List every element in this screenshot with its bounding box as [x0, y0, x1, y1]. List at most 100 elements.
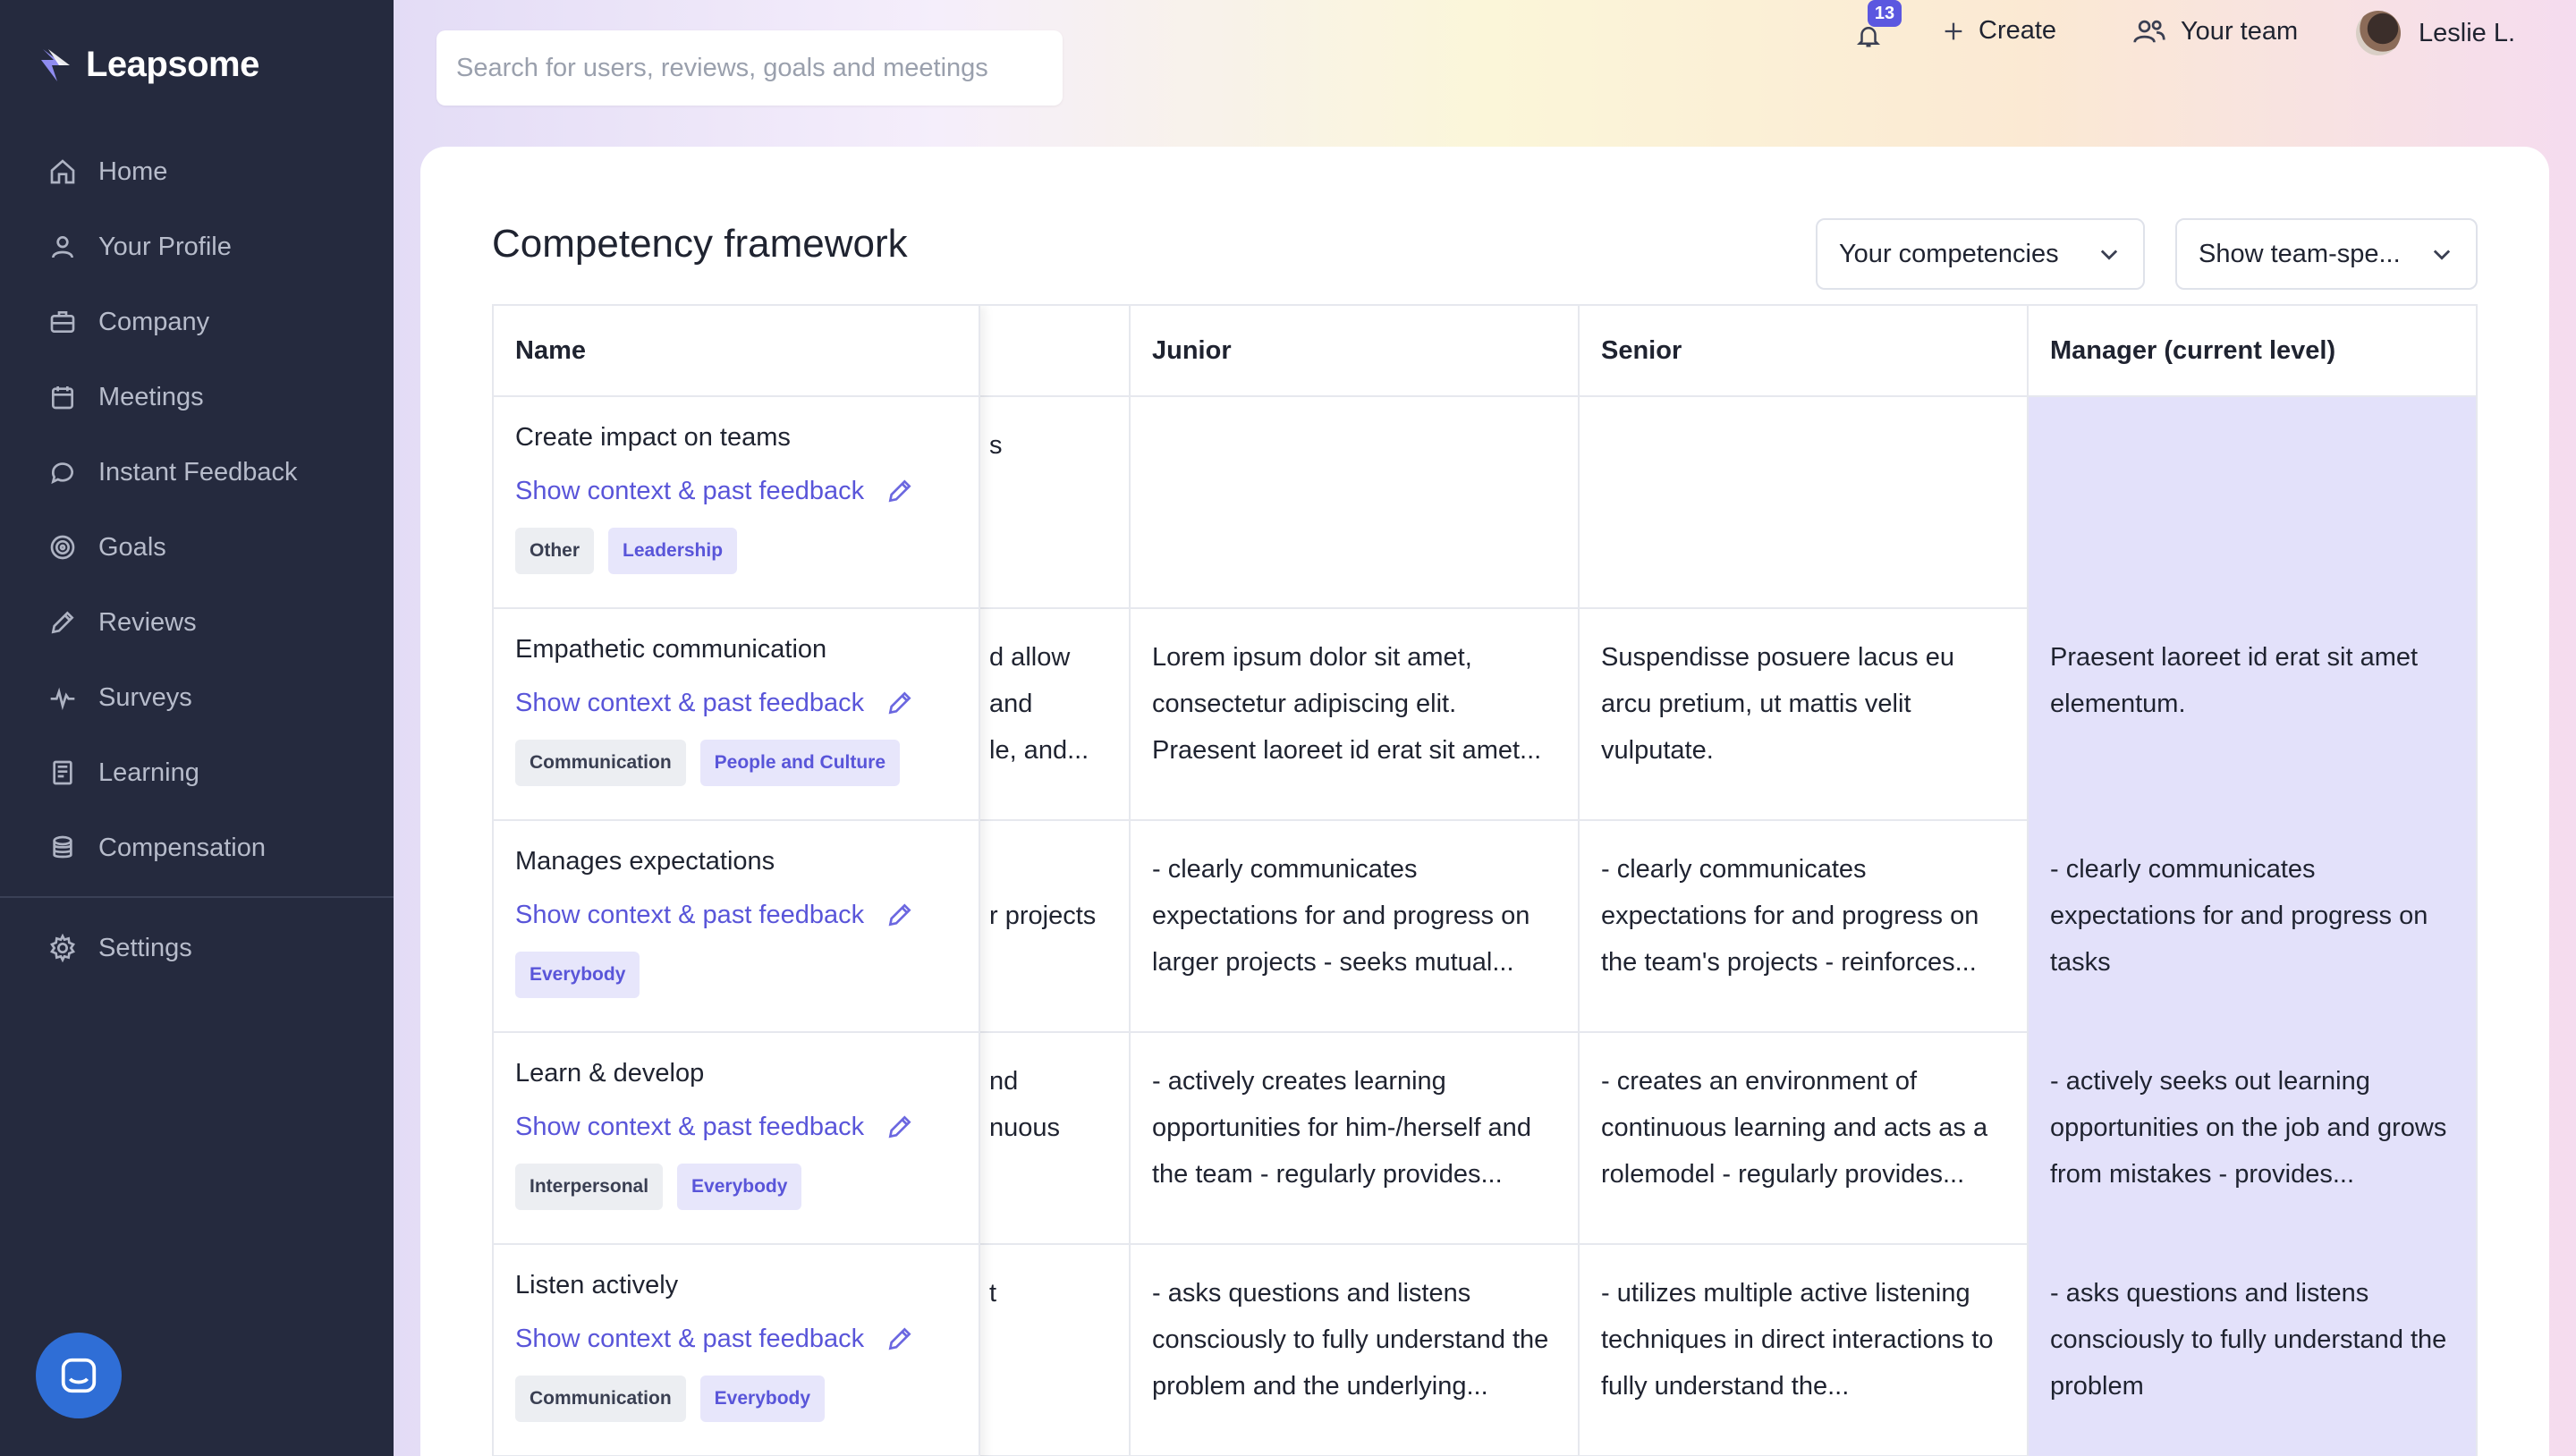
chevron-down-icon [2433, 250, 2451, 260]
show-context-link[interactable]: Show context & past feedback [515, 1110, 957, 1144]
table-cell: - creates an environment of continuous l… [1580, 1033, 2027, 1245]
sidebar-item-label: Home [98, 157, 168, 186]
search-input[interactable] [456, 53, 1063, 83]
calendar-icon [47, 381, 79, 413]
tag: Everybody [515, 952, 640, 998]
tag: People and Culture [699, 740, 901, 786]
table-cell: - clearly communicates expectations for … [2050, 855, 2428, 977]
sidebar-item-label: Company [98, 307, 210, 336]
edit-pencil-icon[interactable] [886, 901, 914, 929]
edit-pencil-icon[interactable] [886, 477, 914, 505]
competency-name: Empathetic communication [515, 635, 827, 664]
show-context-link[interactable]: Show context & past feedback [515, 686, 957, 720]
competency-name: Listen actively [515, 1271, 679, 1299]
table-cell: - clearly communicates expectations for … [1580, 821, 2027, 1033]
table-cell: Praesent laoreet id erat sit amet elemen… [2050, 643, 2419, 718]
show-context-link[interactable]: Show context & past feedback [515, 474, 957, 508]
tag-list: Other Leadership [515, 528, 957, 574]
sidebar-item-label: Goals [98, 532, 166, 562]
column-header-junior: Junior [1131, 306, 1578, 397]
team-specific-filter-select[interactable]: Show team-spe... [2175, 218, 2478, 290]
sidebar-item-label: Settings [98, 933, 192, 962]
sidebar-item-home[interactable]: Home [0, 134, 394, 209]
cell-text: nd nuous [989, 1067, 1061, 1142]
sidebar-item-label: Reviews [98, 607, 197, 637]
sidebar-item-label: Surveys [98, 682, 192, 712]
app-logo[interactable]: Leapsome [39, 45, 259, 85]
column-header-name: Name [494, 306, 979, 397]
sidebar-item-reviews[interactable]: Reviews [0, 585, 394, 660]
plus-icon [1945, 22, 1962, 39]
table-cell: - utilizes multiple active listening tec… [1580, 1245, 2027, 1456]
sidebar-item-your-profile[interactable]: Your Profile [0, 209, 394, 284]
create-button[interactable]: Create [1941, 16, 2056, 46]
target-icon [47, 531, 79, 563]
tag: Communication [515, 1376, 686, 1422]
page-title: Competency framework [492, 222, 908, 266]
sidebar-divider [0, 896, 394, 898]
table-cell [2029, 397, 2476, 609]
sidebar-nav: Home Your Profile Company Meetings Insta… [0, 134, 394, 885]
competency-name: Manages expectations [515, 847, 775, 876]
column-header-manager: Manager (current level) [2029, 306, 2476, 397]
competency-name: Learn & develop [515, 1059, 705, 1088]
create-label: Create [1979, 16, 2057, 45]
user-menu-button[interactable]: Leslie L. [2356, 11, 2515, 55]
sidebar-item-settings[interactable]: Settings [0, 910, 394, 986]
table-cell: - actively creates learning opportunitie… [1131, 1033, 1578, 1245]
sidebar-item-goals[interactable]: Goals [0, 510, 394, 585]
cell-text: t [989, 1279, 997, 1308]
your-team-label: Your team [2181, 16, 2299, 46]
home-icon [47, 156, 79, 188]
sidebar-item-label: Instant Feedback [98, 457, 298, 487]
show-context-link[interactable]: Show context & past feedback [515, 898, 957, 932]
tag: Interpersonal [515, 1164, 664, 1210]
app-name: Leapsome [86, 45, 259, 84]
tag-list: Communication People and Culture [515, 740, 957, 786]
link-label: Show context & past feedback [515, 901, 865, 929]
tag: Leadership [608, 528, 738, 574]
table-cell: Lorem ipsum dolor sit amet, consectetur … [1131, 609, 1578, 821]
pulse-icon [47, 681, 79, 714]
competency-name: Create impact on teams [515, 423, 791, 452]
user-name: Leslie L. [2419, 18, 2516, 47]
pencil-icon [47, 606, 79, 639]
global-search[interactable] [436, 30, 1063, 106]
table-cell: - actively seeks out learning opportunit… [2050, 1067, 2447, 1189]
sidebar-item-surveys[interactable]: Surveys [0, 660, 394, 735]
link-label: Show context & past feedback [515, 477, 865, 505]
sidebar-item-learning[interactable]: Learning [0, 735, 394, 810]
sidebar-item-compensation[interactable]: Compensation [0, 810, 394, 885]
notifications-button[interactable]: 13 [1843, 0, 1902, 68]
tag: Other [515, 528, 595, 574]
link-label: Show context & past feedback [515, 1325, 865, 1353]
support-chat-button[interactable] [36, 1333, 122, 1418]
user-icon [47, 231, 79, 263]
tag-list: Everybody [515, 952, 957, 998]
sidebar-item-meetings[interactable]: Meetings [0, 360, 394, 435]
column-manager-current: Manager (current level) Praesent laoreet… [2029, 306, 2476, 1456]
avatar [2356, 11, 2401, 55]
tag: Everybody [677, 1164, 802, 1210]
sidebar-item-company[interactable]: Company [0, 284, 394, 360]
gear-icon [47, 932, 79, 964]
edit-pencil-icon[interactable] [886, 689, 914, 717]
sidebar-item-label: Learning [98, 758, 199, 787]
sidebar-item-label: Your Profile [98, 232, 232, 261]
select-value: Your competencies [1839, 239, 2059, 268]
briefcase-icon [47, 306, 79, 338]
cell-text: r projects [989, 902, 1097, 930]
book-icon [47, 757, 79, 789]
edit-pencil-icon[interactable] [886, 1325, 914, 1353]
edit-pencil-icon[interactable] [886, 1113, 914, 1141]
show-context-link[interactable]: Show context & past feedback [515, 1322, 957, 1356]
your-team-button[interactable]: Your team [2132, 16, 2298, 47]
table-cell: - clearly communicates expectations for … [1131, 821, 1578, 1033]
chat-widget-icon [61, 1358, 97, 1393]
sidebar-item-instant-feedback[interactable]: Instant Feedback [0, 435, 394, 510]
column-junior: Junior Lorem ipsum dolor sit amet, conse… [1131, 306, 1580, 1456]
competencies-filter-select[interactable]: Your competencies [1816, 218, 2145, 290]
table-cell [1580, 397, 2027, 609]
table-row: Learn & develop Show context & past feed… [494, 1033, 979, 1245]
link-label: Show context & past feedback [515, 689, 865, 717]
